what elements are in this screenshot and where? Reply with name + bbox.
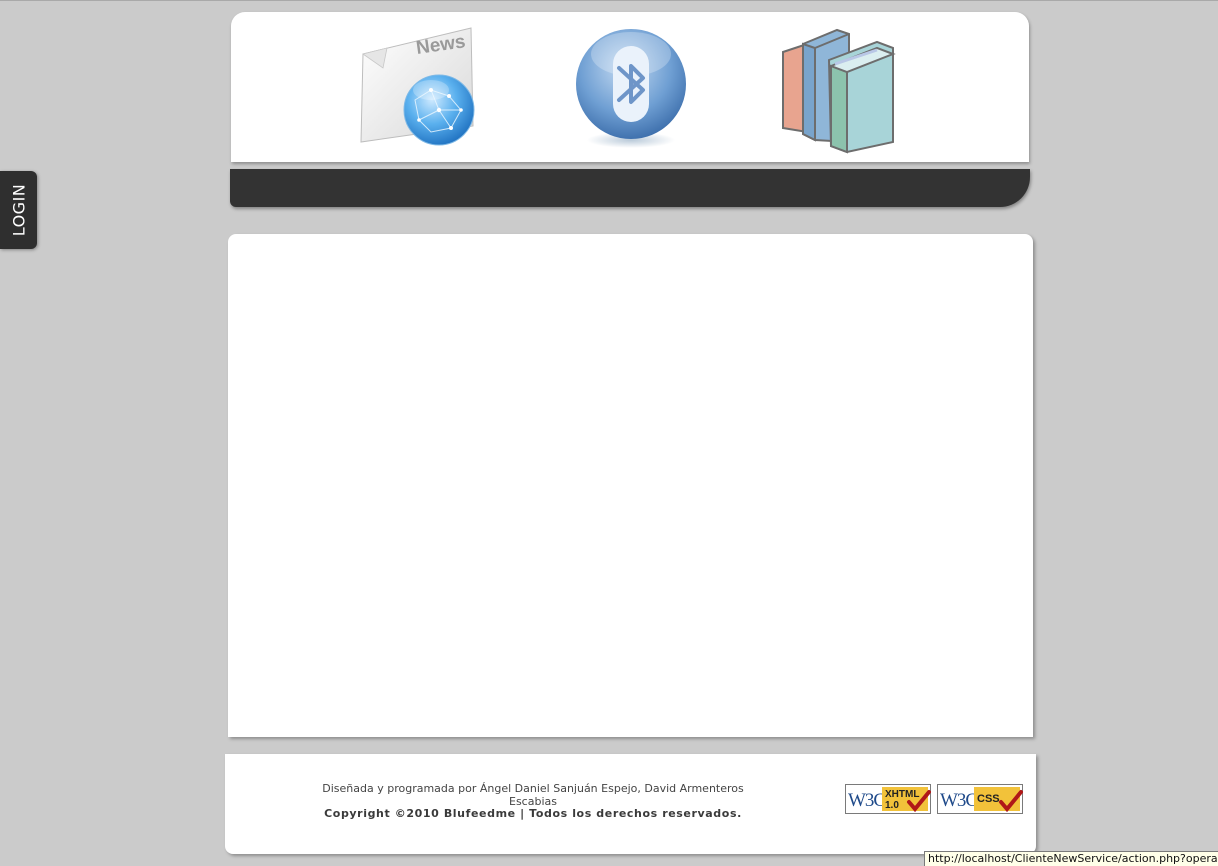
- books-icon-graphic: [782, 28, 896, 154]
- header-banner: News: [231, 12, 1029, 162]
- top-border: [0, 0, 1218, 1]
- bluetooth-icon[interactable]: [571, 24, 691, 150]
- w3c-css-badge[interactable]: W3C CSS: [937, 784, 1023, 814]
- nav-bar: [230, 169, 1030, 207]
- news-icon[interactable]: News: [353, 24, 481, 148]
- w3c-css-label: CSS: [977, 793, 1000, 805]
- login-tab[interactable]: LOGIN: [0, 171, 37, 249]
- news-icon-graphic: News: [360, 27, 475, 146]
- w3c-css-logo-text: W3C: [940, 790, 977, 811]
- main-content: [228, 234, 1033, 737]
- status-bar-url: http://localhost/ClienteNewService/actio…: [924, 851, 1218, 866]
- w3c-xhtml-logo-text: W3C: [848, 790, 885, 811]
- footer: Diseñada y programada por Ángel Daniel S…: [225, 754, 1036, 854]
- footer-credit: Diseñada y programada por Ángel Daniel S…: [322, 782, 744, 808]
- footer-copyright: Copyright ©2010 Blufeedme | Todos los de…: [324, 807, 742, 820]
- w3c-xhtml-badge-graphic: W3C XHTML 1.0: [845, 784, 931, 814]
- bluetooth-icon-graphic: [576, 29, 686, 148]
- w3c-xhtml-label: XHTML: [885, 789, 919, 800]
- login-label: LOGIN: [9, 183, 28, 237]
- w3c-xhtml-badge[interactable]: W3C XHTML 1.0: [845, 784, 931, 814]
- w3c-xhtml-version: 1.0: [885, 800, 899, 811]
- books-icon[interactable]: [777, 22, 911, 154]
- w3c-css-badge-graphic: W3C CSS: [937, 784, 1023, 814]
